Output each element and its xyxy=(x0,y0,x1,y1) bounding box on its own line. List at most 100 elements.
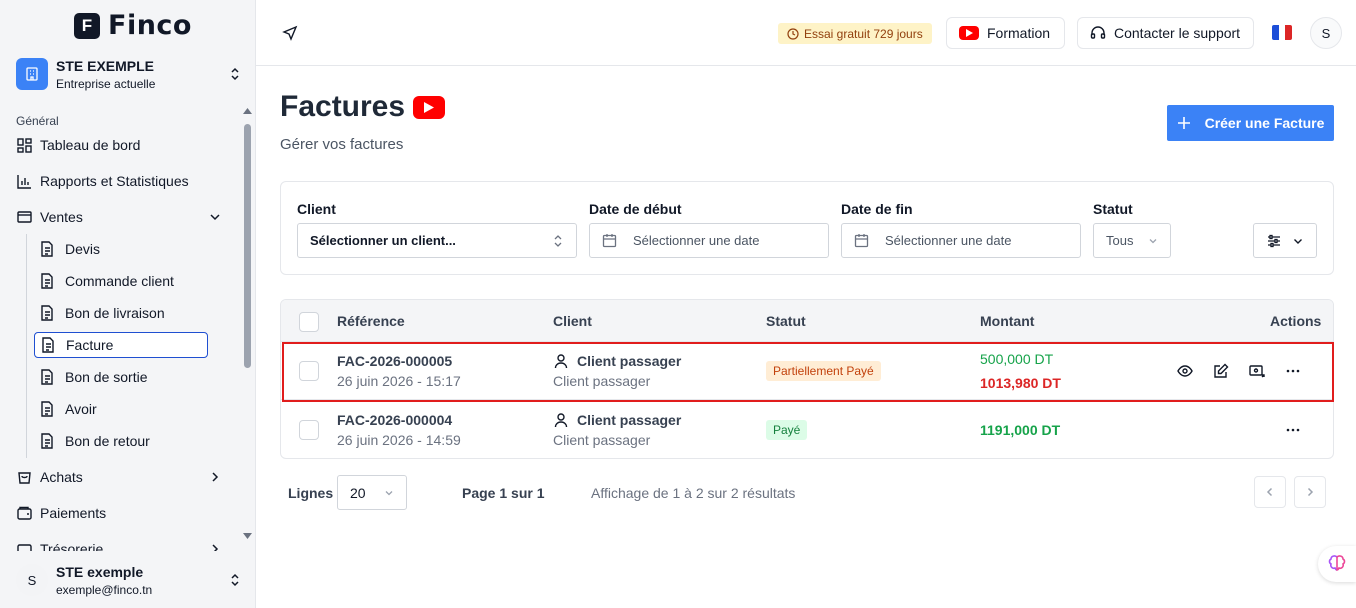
client-select-value: Sélectionner un client... xyxy=(310,233,456,248)
ai-assistant-button[interactable] xyxy=(1318,546,1356,582)
logo[interactable]: F Finco xyxy=(74,10,192,41)
prev-page-button[interactable] xyxy=(1254,476,1286,508)
sidebar-scrollbar[interactable] xyxy=(242,104,253,544)
sidebar-subitem-devis[interactable]: Devis xyxy=(34,236,208,262)
client-filter-label: Client xyxy=(297,201,336,217)
document-icon xyxy=(41,433,53,449)
sidebar-item-paiements[interactable]: Paiements xyxy=(16,501,106,525)
invoice-reference[interactable]: FAC-2026-000004 xyxy=(337,412,452,428)
row-checkbox[interactable] xyxy=(299,420,319,440)
sidebar-subitem-label: Commande client xyxy=(65,273,174,289)
sidebar-item-label: Tableau de bord xyxy=(40,137,141,153)
column-header-reference[interactable]: Référence xyxy=(337,313,405,329)
start-date-input[interactable]: Sélectionner une date xyxy=(589,223,829,258)
status-select[interactable]: Tous xyxy=(1093,223,1171,258)
filters-panel: Client Sélectionner un client... Date de… xyxy=(280,181,1334,275)
next-page-button[interactable] xyxy=(1294,476,1326,508)
table-row[interactable]: FAC-2026-000004 26 juin 2026 - 14:59 Cli… xyxy=(281,401,1333,458)
sidebar-subitem-avoir[interactable]: Avoir xyxy=(34,396,208,422)
sidebar-subitem-facture[interactable]: Facture xyxy=(34,332,208,358)
table-row[interactable]: FAC-2026-000005 26 juin 2026 - 15:17 Cli… xyxy=(281,342,1333,400)
eye-icon[interactable] xyxy=(1177,363,1193,379)
building-icon xyxy=(16,58,48,90)
company-switcher[interactable]: STE EXEMPLE Entreprise actuelle xyxy=(16,55,242,93)
client-select[interactable]: Sélectionner un client... xyxy=(297,223,577,258)
client-subtitle: Client passager xyxy=(553,373,651,389)
user-switcher[interactable]: S STE exemple exemple@finco.tn xyxy=(16,558,242,602)
row-checkbox[interactable] xyxy=(299,361,319,381)
chevrons-up-down-icon xyxy=(554,234,562,247)
sidebar-subitem-bon-livraison[interactable]: Bon de livraison xyxy=(34,300,208,326)
dashboard-icon xyxy=(16,137,32,153)
select-all-checkbox[interactable] xyxy=(299,312,319,332)
company-subtitle: Entreprise actuelle xyxy=(56,76,156,91)
chevron-down-icon[interactable] xyxy=(208,210,222,224)
column-header-actions: Actions xyxy=(1270,313,1322,329)
chevrons-up-down-icon xyxy=(231,67,239,81)
sidebar-subitem-label: Bon de livraison xyxy=(65,305,165,321)
client-name-label: Client passager xyxy=(577,353,682,369)
more-icon[interactable] xyxy=(1285,363,1301,379)
filter-settings-button[interactable] xyxy=(1253,223,1317,258)
sidebar-item-label: Paiements xyxy=(40,505,107,521)
chevron-left-icon xyxy=(1266,487,1273,497)
trial-badge: Essai gratuit 729 jours xyxy=(778,23,932,44)
sidebar-subitem-label: Devis xyxy=(65,241,101,257)
start-date-label: Date de début xyxy=(589,201,682,217)
french-flag-icon[interactable] xyxy=(1272,25,1292,40)
status-filter-label: Statut xyxy=(1093,201,1133,217)
calendar-icon xyxy=(854,234,869,248)
table-header: Référence Client Statut Montant Actions xyxy=(281,300,1333,342)
sidebar-item-tresorerie[interactable]: Trésorerie xyxy=(16,537,103,551)
scroll-up-icon[interactable] xyxy=(243,108,252,114)
title-row: Factures xyxy=(280,90,446,124)
chevron-right-icon[interactable] xyxy=(208,470,222,484)
chevron-right-icon[interactable] xyxy=(208,542,222,551)
sidebar-subitem-bon-retour[interactable]: Bon de retour xyxy=(34,428,208,454)
client-name-label: Client passager xyxy=(577,412,682,428)
top-avatar[interactable]: S xyxy=(1310,17,1342,49)
logo-text: Finco xyxy=(108,10,192,41)
client-subtitle: Client passager xyxy=(553,432,651,448)
payment-icon[interactable] xyxy=(1249,363,1265,379)
cursor-icon[interactable] xyxy=(282,25,298,41)
rows-per-page-select[interactable]: 20 xyxy=(337,475,407,510)
start-date-placeholder: Sélectionner une date xyxy=(633,233,760,248)
create-invoice-label: Créer une Facture xyxy=(1204,115,1325,131)
youtube-icon[interactable] xyxy=(413,95,446,119)
user-email: exemple@finco.tn xyxy=(56,582,153,597)
user-name: STE exemple xyxy=(56,563,144,580)
sidebar-item-dashboard[interactable]: Tableau de bord xyxy=(16,133,140,157)
invoice-reference[interactable]: FAC-2026-000005 xyxy=(337,353,452,369)
sidebar-subitem-label: Facture xyxy=(66,337,114,353)
create-invoice-button[interactable]: Créer une Facture xyxy=(1167,105,1334,141)
sidebar-item-label: Ventes xyxy=(40,209,83,225)
formation-button[interactable]: Formation xyxy=(946,17,1065,49)
sidebar-subitem-bon-sortie[interactable]: Bon de sortie xyxy=(34,364,208,390)
sidebar-subitem-label: Bon de sortie xyxy=(65,369,148,385)
cart-icon xyxy=(16,469,32,485)
more-icon[interactable] xyxy=(1285,422,1301,438)
chevron-down-icon xyxy=(1149,238,1157,243)
sidebar-item-reports[interactable]: Rapports et Statistiques xyxy=(16,169,189,193)
end-date-input[interactable]: Sélectionner une date xyxy=(841,223,1081,258)
document-icon xyxy=(41,401,53,417)
rows-per-page-value: 20 xyxy=(350,484,366,501)
column-header-amount[interactable]: Montant xyxy=(980,313,1034,329)
sidebar-item-ventes[interactable]: Ventes xyxy=(16,205,83,229)
sidebar-item-achats[interactable]: Achats xyxy=(16,465,83,489)
page-indicator: Page 1 sur 1 xyxy=(462,485,545,501)
document-icon xyxy=(41,241,53,257)
support-label: Contacter le support xyxy=(1114,25,1241,41)
sidebar-clipped-item: Trésorerie xyxy=(0,537,242,551)
scrollbar-thumb[interactable] xyxy=(244,124,251,368)
calendar-icon xyxy=(602,234,617,248)
column-header-client[interactable]: Client xyxy=(553,313,592,329)
edit-icon[interactable] xyxy=(1213,363,1229,379)
brain-icon xyxy=(1328,555,1346,571)
clock-icon xyxy=(787,27,799,40)
column-header-status[interactable]: Statut xyxy=(766,313,806,329)
scroll-down-icon[interactable] xyxy=(243,533,252,539)
sidebar-subitem-commande[interactable]: Commande client xyxy=(34,268,208,294)
support-button[interactable]: Contacter le support xyxy=(1077,17,1254,49)
